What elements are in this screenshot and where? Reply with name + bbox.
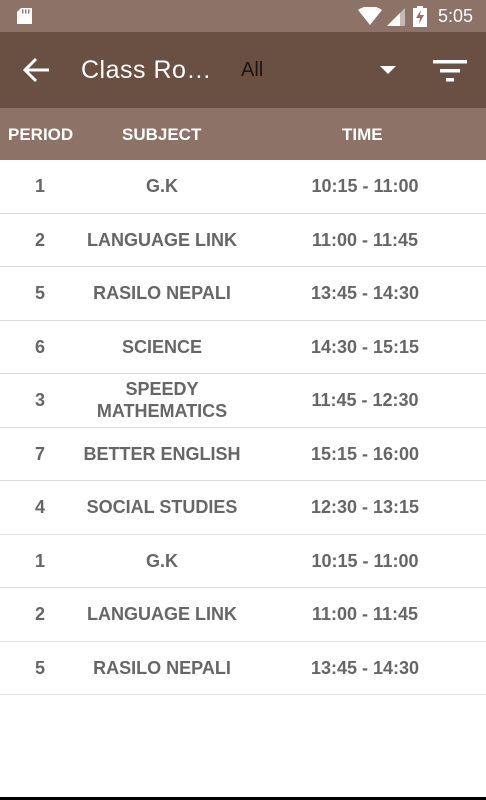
period-cell: 3 xyxy=(34,390,45,411)
subject-cell: RASILO NEPALI xyxy=(93,657,231,678)
header-period: PERIOD xyxy=(8,125,74,144)
period-cell: 5 xyxy=(34,657,45,678)
table-row[interactable]: 5 RASILO NEPALI 13:45 - 14:30 xyxy=(0,267,486,321)
table-row[interactable]: 5 RASILO NEPALI 13:45 - 14:30 xyxy=(0,642,486,695)
subject-cell: LANGUAGE LINK xyxy=(87,229,237,250)
header-time: TIME xyxy=(342,125,383,144)
period-cell: 2 xyxy=(34,604,45,625)
table-row[interactable]: 6 SCIENCE 14:30 - 15:15 xyxy=(0,321,486,374)
table-row[interactable]: 4 SOCIAL STUDIES 12:30 - 13:15 xyxy=(0,481,486,535)
table-row[interactable]: 1 G.K 10:15 - 11:00 xyxy=(0,160,486,214)
period-cell: 2 xyxy=(34,229,45,250)
signal-icon xyxy=(387,8,405,26)
subject-cell: LANGUAGE LINK xyxy=(87,604,237,625)
status-bar: 5:05 xyxy=(0,0,486,32)
table-row[interactable]: 1 G.K 10:15 - 11:00 xyxy=(0,535,486,588)
subject-cell: BETTER ENGLISH xyxy=(83,443,241,464)
status-time: 5:05 xyxy=(438,6,474,26)
subject-cell: RASILO NEPALI xyxy=(93,283,231,304)
wifi-icon xyxy=(358,7,382,25)
time-cell: 11:00 - 11:45 xyxy=(311,229,419,250)
toolbar: Class Ro… All xyxy=(0,32,486,108)
time-cell: 10:15 - 11:00 xyxy=(311,550,419,571)
time-cell: 13:45 - 14:30 xyxy=(310,283,420,304)
time-cell: 13:45 - 14:30 xyxy=(310,657,420,678)
routine-table: 1 G.K 10:15 - 11:00 2 LANGUAGE LINK 11:0… xyxy=(0,160,486,695)
battery-charging-icon xyxy=(413,6,427,27)
sd-card-icon xyxy=(17,8,32,24)
subject-cell: G.K xyxy=(145,176,178,197)
period-cell: 1 xyxy=(34,550,45,571)
time-cell: 12:30 - 13:15 xyxy=(310,497,420,518)
time-cell: 14:30 - 15:15 xyxy=(310,336,420,357)
filter-icon[interactable] xyxy=(433,58,467,84)
period-cell: 7 xyxy=(34,443,45,464)
page-title: Class Ro… xyxy=(81,56,212,84)
subject-cell: SPEEDY MATHEMATICS xyxy=(96,379,228,422)
subject-cell: SOCIAL STUDIES xyxy=(86,497,238,518)
back-arrow-icon[interactable] xyxy=(22,56,52,84)
header-subject: SUBJECT xyxy=(122,125,202,144)
subject-cell: G.K xyxy=(145,550,178,571)
filter-dropdown[interactable]: All xyxy=(241,59,263,82)
time-cell: 10:15 - 11:00 xyxy=(311,176,419,197)
time-cell: 15:15 - 16:00 xyxy=(310,443,420,464)
period-cell: 4 xyxy=(34,497,45,518)
table-header: PERIOD SUBJECT TIME xyxy=(0,108,486,160)
time-cell: 11:00 - 11:45 xyxy=(311,604,419,625)
period-cell: 5 xyxy=(34,283,45,304)
table-row[interactable]: 2 LANGUAGE LINK 11:00 - 11:45 xyxy=(0,214,486,267)
chevron-down-icon[interactable] xyxy=(380,65,396,75)
time-cell: 11:45 - 12:30 xyxy=(311,390,419,411)
table-row[interactable]: 2 LANGUAGE LINK 11:00 - 11:45 xyxy=(0,588,486,642)
period-cell: 1 xyxy=(34,176,45,197)
table-row[interactable]: 3 SPEEDY MATHEMATICS 11:45 - 12:30 xyxy=(0,374,486,428)
table-row[interactable]: 7 BETTER ENGLISH 15:15 - 16:00 xyxy=(0,428,486,481)
period-cell: 6 xyxy=(34,336,45,357)
subject-cell: SCIENCE xyxy=(121,336,202,357)
